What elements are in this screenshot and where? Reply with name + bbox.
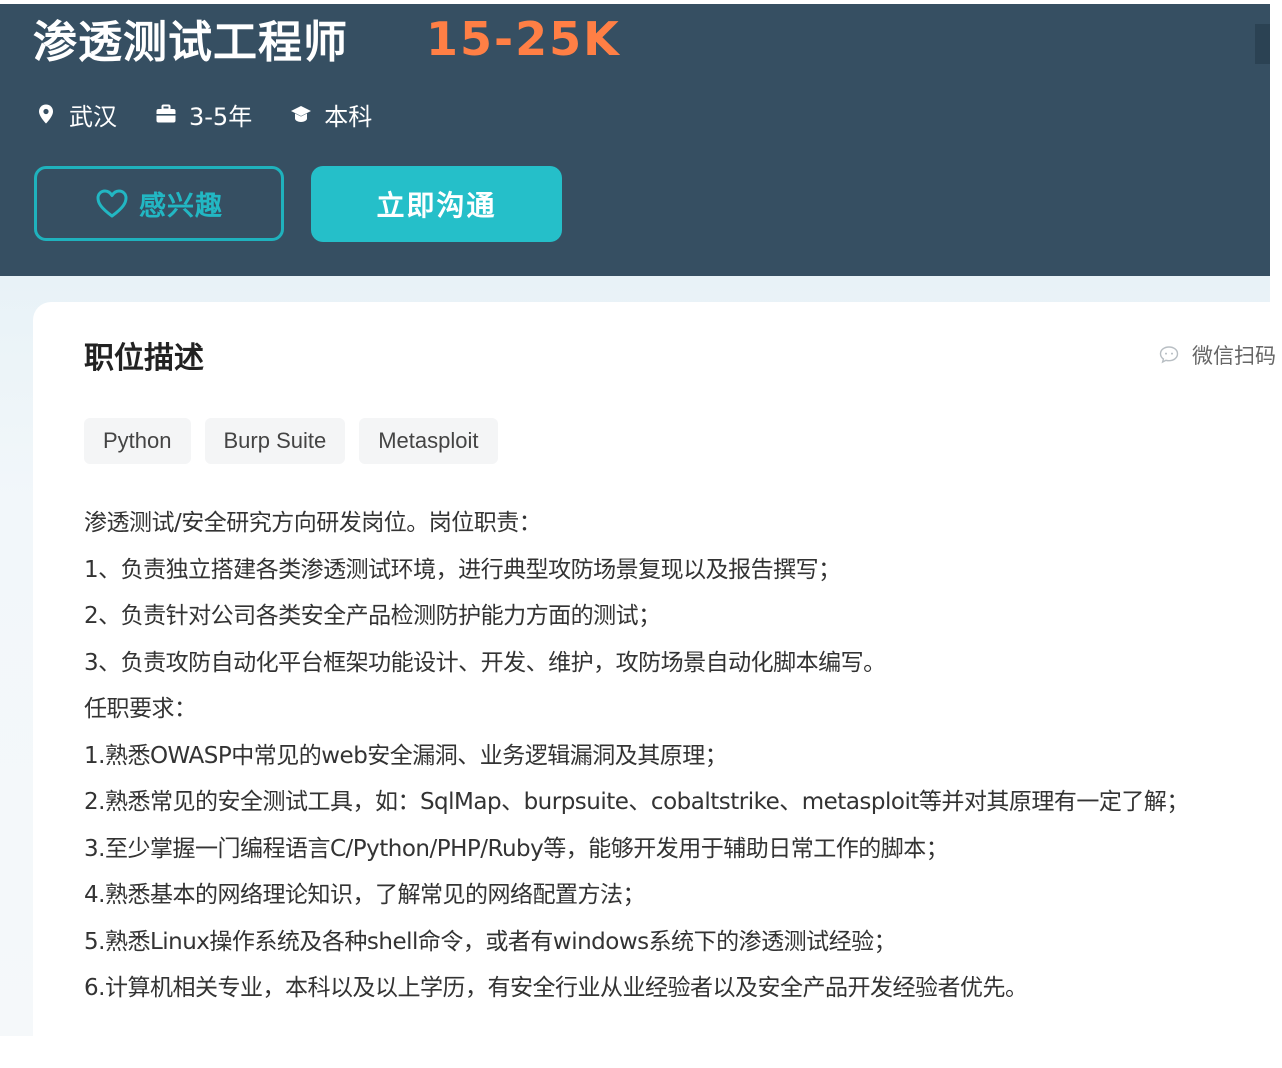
wechat-share-text: 微信扫码: [1192, 344, 1276, 368]
chat-now-button[interactable]: 立即沟通: [311, 166, 562, 242]
job-location: 武汉: [35, 97, 117, 132]
skill-tag: Python: [84, 418, 191, 464]
description-line: 4.熟悉基本的网络理论知识，了解常见的网络配置方法；: [84, 882, 645, 908]
job-detail-page: 渗透测试工程师 15-25K 武汉 3-5年 本科 感兴趣 立即沟通 职位描述 …: [0, 0, 1282, 1068]
section-title: 职位描述: [84, 341, 204, 376]
skill-tags: Python Burp Suite Metasploit: [84, 418, 512, 464]
description-line: 任职要求：: [84, 696, 197, 722]
interest-button[interactable]: 感兴趣: [34, 166, 284, 241]
location-text: 武汉: [69, 102, 117, 131]
interest-button-label: 感兴趣: [139, 191, 223, 222]
description-line: 3、负责攻防自动化平台框架功能设计、开发、维护，攻防场景自动化脚本编写。: [84, 649, 886, 676]
salary-range: 15-25K: [426, 12, 621, 66]
job-experience: 3-5年: [155, 97, 252, 132]
chat-now-button-label: 立即沟通: [376, 189, 497, 222]
job-education: 本科: [290, 97, 372, 132]
skill-tag: Burp Suite: [204, 418, 346, 464]
job-title: 渗透测试工程师: [33, 17, 348, 68]
description-line: 2、负责针对公司各类安全产品检测防护能力方面的测试；: [84, 603, 661, 629]
wechat-share[interactable]: 微信扫码: [1158, 340, 1282, 370]
description-line: 3.至少掌握一门编程语言C/Python/PHP/Ruby等，能够开发用于辅助日…: [84, 835, 949, 862]
description-line: 2.熟悉常见的安全测试工具，如：SqlMap、burpsuite、cobalts…: [84, 789, 1189, 815]
description-line: 5.熟悉Linux操作系统及各种shell命令，或者有windows系统下的渗透…: [84, 928, 897, 955]
skill-tag: Metasploit: [359, 418, 498, 464]
job-meta-row: 武汉 3-5年 本科: [35, 94, 410, 134]
experience-text: 3-5年: [189, 102, 253, 131]
heart-icon: [96, 189, 128, 217]
banner-edge: [1255, 24, 1270, 64]
description-line: 1、负责独立搭建各类渗透测试环境，进行典型攻防场景复现以及报告撰写；: [84, 556, 841, 583]
wechat-icon: [1159, 346, 1179, 364]
description-line: 6.计算机相关专业，本科以及以上学历，有安全行业从业经验者以及安全产品开发经验者…: [84, 975, 1028, 1001]
location-pin-icon: [39, 104, 53, 124]
education-text: 本科: [324, 102, 373, 131]
job-description-text: 渗透测试/安全研究方向研发岗位。岗位职责： 1、负责独立搭建各类渗透测试环境，进…: [84, 503, 1264, 1015]
briefcase-icon: [156, 104, 176, 123]
description-line: 1.熟悉OWASP中常见的web安全漏洞、业务逻辑漏洞及其原理；: [84, 742, 728, 769]
graduation-cap-icon: [291, 106, 312, 122]
description-line: 渗透测试/安全研究方向研发岗位。岗位职责：: [84, 510, 542, 536]
